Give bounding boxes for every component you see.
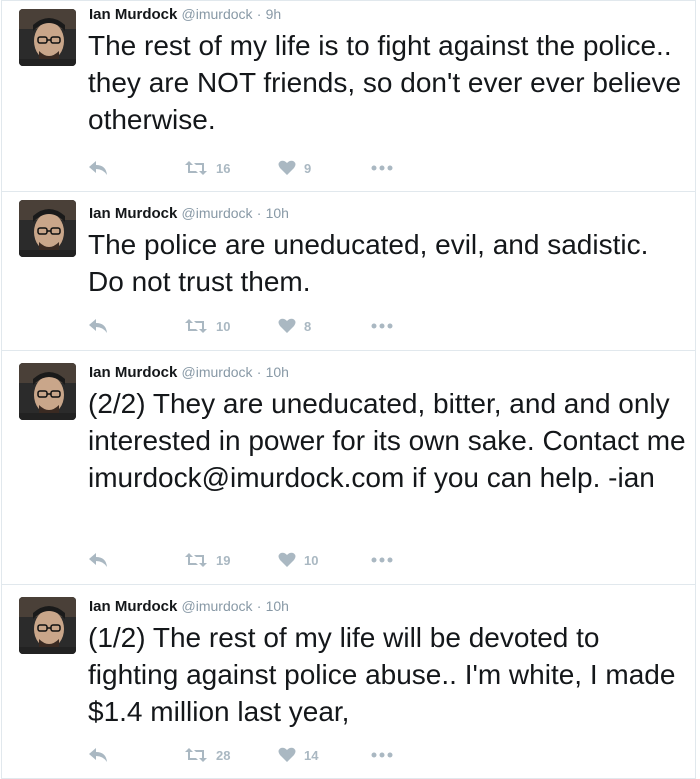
heart-icon (278, 552, 296, 567)
avatar[interactable] (19, 363, 76, 420)
tweet-actions: 10 8 (2, 316, 697, 336)
avatar[interactable] (19, 200, 76, 257)
retweet-count: 19 (216, 552, 231, 568)
more-button[interactable] (371, 316, 393, 336)
like-count: 14 (304, 747, 319, 763)
tweet-timestamp[interactable]: 9h (266, 6, 282, 22)
tweet-timeline: Ian Murdock @imurdock · 9h The rest of m… (0, 0, 700, 779)
reply-button[interactable] (88, 316, 108, 336)
retweet-button[interactable]: 19 (184, 550, 230, 570)
tweet-actions: 28 14 (2, 745, 697, 765)
heart-icon (278, 160, 296, 175)
author-name[interactable]: Ian Murdock (89, 6, 177, 23)
like-count: 8 (304, 318, 312, 334)
tweet-actions: 16 9 (2, 158, 697, 178)
like-count: 10 (304, 552, 319, 568)
avatar-photo (19, 597, 76, 654)
tweet-header: Ian Murdock @imurdock · 10h (89, 204, 289, 223)
like-button[interactable]: 9 (278, 158, 311, 178)
avatar-photo (19, 200, 76, 257)
tweet-timestamp[interactable]: 10h (266, 598, 289, 614)
retweet-count: 16 (216, 160, 231, 176)
retweet-icon (185, 161, 207, 175)
tweet-header: Ian Murdock @imurdock · 10h (89, 363, 289, 382)
tweet[interactable]: Ian Murdock @imurdock · 9h The rest of m… (1, 0, 696, 192)
separator-dot: · (256, 6, 262, 22)
author-handle[interactable]: @imurdock (182, 205, 253, 221)
retweet-button[interactable]: 10 (184, 316, 230, 336)
reply-icon (89, 553, 107, 567)
avatar[interactable] (19, 9, 76, 66)
reply-button[interactable] (88, 550, 108, 570)
tweet-actions: 19 10 (2, 550, 697, 570)
tweet-text: (1/2) The rest of my life will be devote… (88, 622, 676, 727)
retweet-count: 10 (216, 318, 231, 334)
avatar-photo (19, 9, 76, 66)
author-handle[interactable]: @imurdock (182, 6, 253, 22)
author-name[interactable]: Ian Murdock (89, 598, 177, 615)
retweet-icon (185, 748, 207, 762)
more-icon (371, 557, 393, 563)
like-button[interactable]: 10 (278, 550, 318, 570)
more-icon (371, 165, 393, 171)
reply-button[interactable] (88, 745, 108, 765)
tweet[interactable]: Ian Murdock @imurdock · 10h (2/2) They a… (1, 351, 696, 585)
reply-button[interactable] (88, 158, 108, 178)
retweet-icon (185, 319, 207, 333)
tweet-text: The rest of my life is to fight against … (88, 30, 682, 135)
avatar[interactable] (19, 597, 76, 654)
tweet-text: (2/2) They are uneducated, bitter, and a… (88, 388, 686, 493)
separator-dot: · (256, 364, 262, 380)
heart-icon (278, 318, 296, 333)
author-name[interactable]: Ian Murdock (89, 364, 177, 381)
author-name[interactable]: Ian Murdock (89, 205, 177, 222)
more-button[interactable] (371, 550, 393, 570)
author-handle[interactable]: @imurdock (182, 598, 253, 614)
tweet[interactable]: Ian Murdock @imurdock · 10h (1/2) The re… (1, 585, 696, 779)
retweet-button[interactable]: 28 (184, 745, 230, 765)
like-button[interactable]: 8 (278, 316, 311, 336)
reply-icon (89, 748, 107, 762)
tweet-header: Ian Murdock @imurdock · 10h (89, 597, 289, 616)
tweet-timestamp[interactable]: 10h (266, 364, 289, 380)
avatar-photo (19, 363, 76, 420)
more-button[interactable] (371, 158, 393, 178)
retweet-count: 28 (216, 747, 231, 763)
heart-icon (278, 747, 296, 762)
separator-dot: · (256, 205, 262, 221)
more-icon (371, 323, 393, 329)
author-handle[interactable]: @imurdock (182, 364, 253, 380)
tweet[interactable]: Ian Murdock @imurdock · 10h The police a… (1, 192, 696, 351)
like-button[interactable]: 14 (278, 745, 318, 765)
retweet-button[interactable]: 16 (184, 158, 230, 178)
tweet-timestamp[interactable]: 10h (266, 205, 289, 221)
tweet-text: The police are uneducated, evil, and sad… (88, 229, 649, 297)
more-icon (371, 752, 393, 758)
tweet-header: Ian Murdock @imurdock · 9h (89, 5, 281, 24)
like-count: 9 (304, 160, 312, 176)
reply-icon (89, 161, 107, 175)
more-button[interactable] (371, 745, 393, 765)
separator-dot: · (256, 598, 262, 614)
reply-icon (89, 319, 107, 333)
retweet-icon (185, 553, 207, 567)
